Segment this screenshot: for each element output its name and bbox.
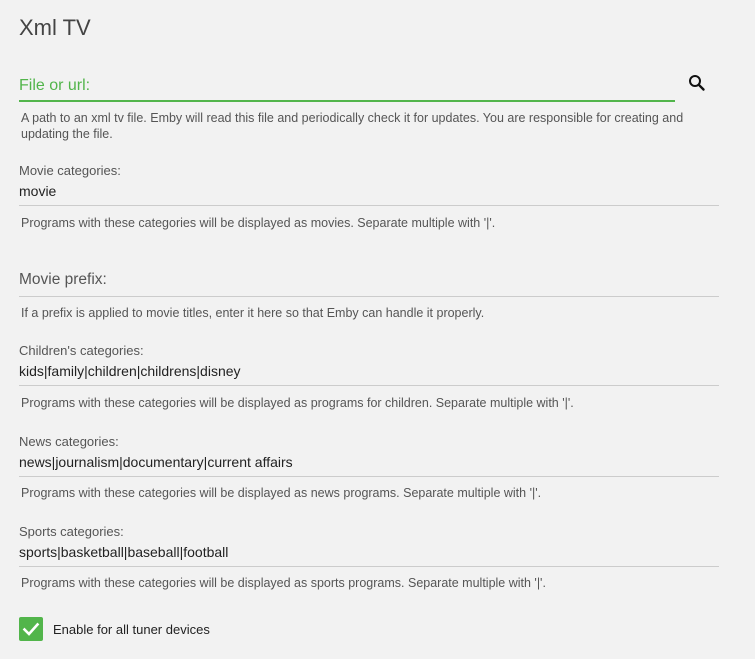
movie-prefix-label: Movie prefix: [19, 271, 107, 288]
movie-categories-label: Movie categories: [19, 163, 121, 178]
file-url-help: A path to an xml tv file. Emby will read… [21, 111, 684, 141]
page-title: Xml TV [19, 15, 91, 40]
file-url-label: File or url: [19, 77, 91, 94]
enable-all-tuners-row: Enable for all tuner devices [19, 617, 210, 641]
sports-categories-help: Programs with these categories will be d… [21, 576, 546, 590]
movie-categories-help: Programs with these categories will be d… [21, 216, 496, 230]
browse-file-button[interactable] [685, 71, 709, 95]
children-categories-label: Children's categories: [19, 343, 144, 358]
children-categories-help: Programs with these categories will be d… [21, 396, 574, 410]
search-icon [689, 75, 705, 91]
movie-prefix-input[interactable]: Movie prefix: [19, 266, 719, 297]
movie-categories-input[interactable]: movie [19, 182, 719, 206]
children-categories-input[interactable]: kids|family|children|childrens|disney [19, 362, 719, 386]
sports-categories-input[interactable]: sports|basketball|baseball|football [19, 543, 719, 567]
check-icon [22, 622, 40, 636]
file-url-input[interactable]: File or url: [19, 70, 675, 102]
news-categories-help: Programs with these categories will be d… [21, 486, 542, 500]
news-categories-label: News categories: [19, 434, 119, 449]
enable-all-tuners-label: Enable for all tuner devices [53, 621, 210, 637]
movie-prefix-help: If a prefix is applied to movie titles, … [21, 306, 485, 320]
sports-categories-label: Sports categories: [19, 524, 124, 539]
enable-all-tuners-checkbox[interactable] [19, 617, 43, 641]
news-categories-input[interactable]: news|journalism|documentary|current affa… [19, 453, 719, 477]
xmltv-settings-page: Xml TV File or url: A path to an xml tv … [0, 0, 755, 659]
